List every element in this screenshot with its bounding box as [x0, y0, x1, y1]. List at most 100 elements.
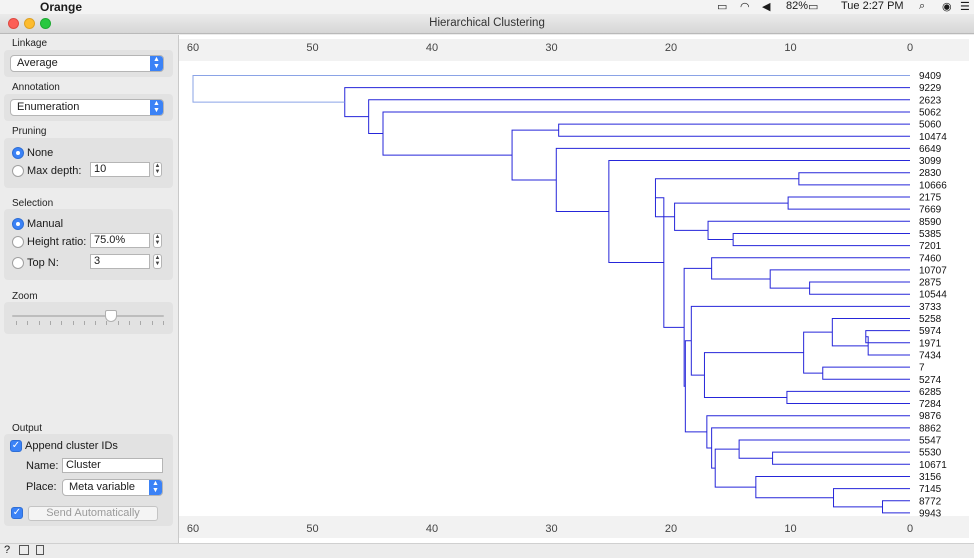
zoom-tick	[117, 321, 119, 325]
pruning-none-label: None	[27, 147, 54, 159]
annotation-label: Annotation	[12, 82, 60, 93]
zoom-tick	[72, 321, 74, 325]
send-automatically-button[interactable]: Send Automatically	[28, 506, 158, 521]
battery-icon[interactable]: ▭	[808, 0, 818, 13]
dendrogram-link	[786, 390, 910, 405]
linkage-combo[interactable]: Average ▲ ▼	[10, 55, 164, 72]
leaf-label: 5258	[919, 314, 942, 325]
dendrogram-link	[706, 415, 910, 449]
leaf-label: 8590	[919, 217, 942, 228]
leaf-label: 7284	[919, 399, 942, 410]
zoom-tick	[151, 321, 153, 325]
siri-icon[interactable]: ◉	[942, 0, 952, 13]
spotlight-search-icon[interactable]: ⌕	[919, 0, 925, 13]
dendrogram-link	[707, 220, 910, 241]
dendrogram-link	[769, 269, 910, 289]
top-n-stepper[interactable]: ▲ ▼	[153, 254, 162, 269]
leaf-label: 5530	[919, 448, 942, 459]
leaf-label: 8862	[919, 423, 942, 434]
dendrogram-link	[833, 488, 910, 508]
bottom-axis-tick-label: 40	[426, 523, 438, 535]
leaf-label: 10474	[919, 132, 947, 143]
leaf-label: 3099	[919, 156, 942, 167]
dendrogram-link	[714, 448, 756, 488]
leaf-label: 5062	[919, 107, 942, 118]
pruning-none-radio[interactable]	[12, 147, 24, 159]
cluster-name-input[interactable]: Cluster	[62, 458, 163, 473]
zoom-slider-thumb[interactable]	[104, 310, 117, 322]
bottom-axis-tick-label: 50	[306, 523, 318, 535]
airplay-icon[interactable]: ▭	[717, 0, 727, 13]
volume-icon[interactable]: ◀	[762, 0, 770, 13]
notification-center-icon[interactable]: ☰	[960, 0, 970, 13]
pruning-max-depth-radio[interactable]	[12, 165, 24, 177]
zoom-tick	[61, 321, 63, 325]
dendrogram-link	[192, 75, 910, 103]
leaf-label: 5060	[919, 120, 942, 131]
zoom-label: Zoom	[12, 291, 38, 302]
top-axis-tick-label: 0	[907, 42, 913, 54]
dendrogram-link	[738, 439, 910, 459]
leaf-label: 10544	[919, 290, 947, 301]
dendrogram-link	[711, 427, 910, 469]
append-cluster-ids-checkbox[interactable]: ✓	[10, 440, 22, 452]
save-image-icon[interactable]	[19, 545, 29, 555]
app-menu[interactable]: Orange	[40, 0, 82, 14]
max-depth-stepper[interactable]: ▲ ▼	[153, 162, 162, 177]
dendrogram-link	[711, 257, 910, 280]
selection-label: Selection	[12, 198, 54, 209]
dendrogram-link	[703, 352, 804, 398]
dendrogram-link	[683, 267, 712, 387]
leaf-label: 9943	[919, 508, 942, 519]
send-automatically-checkbox[interactable]: ✓	[11, 507, 23, 519]
leaf-label: 2175	[919, 193, 942, 204]
leaf-label: 5274	[919, 375, 942, 386]
height-ratio-stepper[interactable]: ▲ ▼	[153, 233, 162, 248]
report-icon[interactable]	[36, 545, 44, 555]
zoom-tick	[83, 321, 85, 325]
zoom-slider-track[interactable]	[12, 315, 164, 317]
menu-bar: Orange ▭ ◠ ◀ 82% ▭ Tue 2:27 PM ⌕ ◉ ☰	[0, 0, 974, 14]
clock[interactable]: Tue 2:27 PM	[841, 0, 904, 12]
zoom-box	[4, 302, 173, 334]
pruning-max-depth-label: Max depth:	[27, 165, 82, 177]
top-axis-tick-label: 50	[306, 42, 318, 54]
selection-manual-label: Manual	[27, 218, 64, 230]
leaf-label: 8772	[919, 496, 942, 507]
leaf-label: 7201	[919, 241, 942, 252]
leaf-label: 9409	[919, 71, 942, 82]
height-ratio-input[interactable]: 75.0%	[90, 233, 150, 248]
dendrogram-link	[831, 318, 910, 347]
leaf-label: 7460	[919, 253, 942, 264]
leaf-label: 10666	[919, 180, 947, 191]
selection-manual-radio[interactable]	[12, 218, 24, 230]
leaf-label: 5547	[919, 436, 942, 447]
dendrogram-link	[558, 123, 910, 137]
place-value: Meta variable	[69, 481, 136, 493]
chevron-updown-icon: ▲ ▼	[150, 100, 163, 115]
append-cluster-ids-label: Append cluster IDs	[25, 440, 118, 452]
dendrogram-link	[732, 232, 910, 247]
annotation-combo[interactable]: Enumeration ▲ ▼	[10, 99, 164, 116]
selection-box: Manual Height ratio: 75.0% ▲ ▼ Top N: 3 ▲…	[4, 209, 173, 280]
dendrogram-link	[865, 336, 910, 356]
top-n-input[interactable]: 3	[90, 254, 150, 269]
dendrogram-chart[interactable]: 6060505040403030202010100094099229262350…	[179, 35, 974, 543]
dendrogram-view[interactable]: 60 60 50 50 40 40 30 30 20 20 10 10 0 0 9409 9229 2623 50…	[178, 35, 974, 543]
selection-top-n-radio[interactable]	[12, 257, 24, 269]
bottom-axis-tick-label: 20	[665, 523, 677, 535]
top-axis-tick-label: 10	[784, 42, 796, 54]
place-combo[interactable]: Meta variable ▲ ▼	[62, 479, 163, 496]
selection-height-ratio-radio[interactable]	[12, 236, 24, 248]
leaf-label: 7434	[919, 350, 942, 361]
window-title: Hierarchical Clustering	[429, 17, 545, 29]
zoom-tick	[95, 321, 97, 325]
max-depth-input[interactable]: 10	[90, 162, 150, 177]
leaf-label: 2830	[919, 168, 942, 179]
pruning-box: None Max depth: 10 ▲ ▼	[4, 138, 173, 188]
wifi-icon[interactable]: ◠	[740, 0, 750, 13]
annotation-box: Enumeration ▲ ▼	[4, 94, 173, 121]
help-icon[interactable]: ?	[4, 544, 10, 556]
output-label: Output	[12, 423, 43, 434]
leaf-label: 10707	[919, 265, 947, 276]
